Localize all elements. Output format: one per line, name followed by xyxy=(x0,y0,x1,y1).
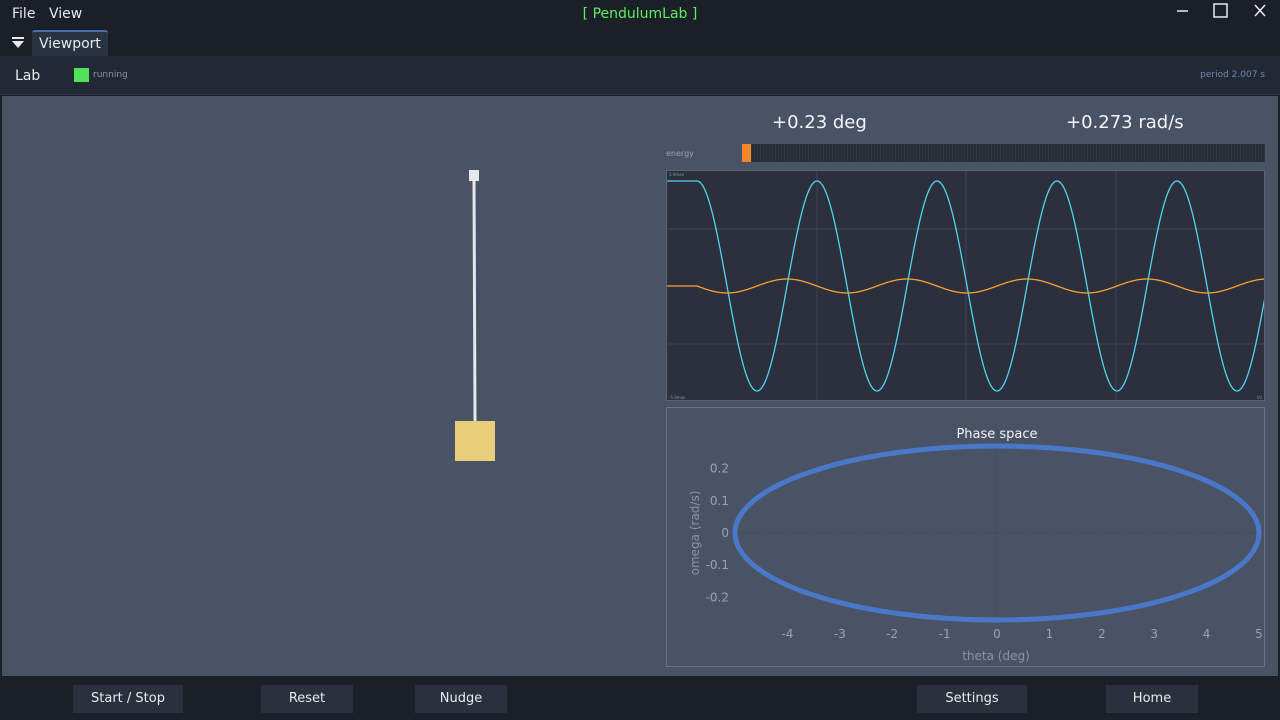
waveform-canvas xyxy=(667,171,1264,400)
x-tick-label: -4 xyxy=(781,627,793,641)
x-tick-label: 3 xyxy=(1150,627,1158,641)
angular-velocity-readout: +0.273 rad/s xyxy=(1066,112,1184,133)
x-tick-label: 0 xyxy=(993,627,1001,641)
phase-space-chart: Phase space -4 -3 -2 -1 0 1 2 3 4 5 0.2 0.1 0 -0.1 -0… xyxy=(688,427,1263,663)
minimize-button[interactable] xyxy=(1164,0,1200,24)
maximize-icon xyxy=(1213,3,1228,18)
y-tick-label: -0.2 xyxy=(706,590,729,604)
y-tick-label: 0.1 xyxy=(710,494,729,508)
maximize-button[interactable] xyxy=(1203,0,1239,24)
waveform-time-label: t/s xyxy=(1257,395,1262,400)
start-stop-button[interactable]: Start / Stop xyxy=(73,685,183,713)
waveform-max-label: 5 θmax xyxy=(669,172,684,177)
pendulum-view xyxy=(455,170,495,461)
waveform-plot: 5 θmax -5 θmax t/s xyxy=(666,170,1265,401)
x-tick-label: -2 xyxy=(886,627,898,641)
x-tick-labels: -4 -3 -2 -1 0 1 2 3 4 5 xyxy=(781,627,1262,641)
y-tick-label: 0.2 xyxy=(710,462,729,476)
x-axis-label: theta (deg) xyxy=(962,649,1030,663)
pivot xyxy=(469,170,479,181)
x-tick-label: -3 xyxy=(834,627,846,641)
minimize-icon xyxy=(1177,10,1188,12)
pendulum-bob[interactable] xyxy=(455,421,495,461)
period-readout: period 2.007 s xyxy=(1200,70,1265,80)
energy-fill xyxy=(742,144,752,162)
x-tick-label: -1 xyxy=(939,627,951,641)
settings-button[interactable]: Settings xyxy=(917,685,1027,713)
chart-title: Phase space xyxy=(956,427,1037,442)
nudge-button[interactable]: Nudge xyxy=(415,685,507,713)
x-tick-label: 2 xyxy=(1098,627,1106,641)
y-tick-labels: 0.2 0.1 0 -0.1 -0.2 xyxy=(706,462,729,605)
y-tick-label: 0 xyxy=(721,526,729,540)
phase-space-panel: Phase space -4 -3 -2 -1 0 1 2 3 4 5 0.2 0.1 0 -0.1 -0… xyxy=(666,407,1265,667)
close-button[interactable] xyxy=(1242,0,1278,24)
x-tick-label: 1 xyxy=(1046,627,1054,641)
y-tick-label: -0.1 xyxy=(706,558,729,572)
reset-button[interactable]: Reset xyxy=(261,685,353,713)
bottom-toolbar: Start / Stop Reset Nudge Settings Home xyxy=(0,676,1280,720)
energy-bar xyxy=(742,144,1265,162)
angle-readout: +0.23 deg xyxy=(772,112,867,133)
pendulum-rod xyxy=(472,180,477,422)
x-tick-label: 4 xyxy=(1203,627,1211,641)
waveform-min-label: -5 θmax xyxy=(669,395,686,400)
close-icon xyxy=(1254,4,1266,17)
energy-label: energy xyxy=(666,149,694,158)
x-tick-label: 5 xyxy=(1255,627,1263,641)
y-axis-label: omega (rad/s) xyxy=(688,491,702,576)
home-button[interactable]: Home xyxy=(1106,685,1198,713)
